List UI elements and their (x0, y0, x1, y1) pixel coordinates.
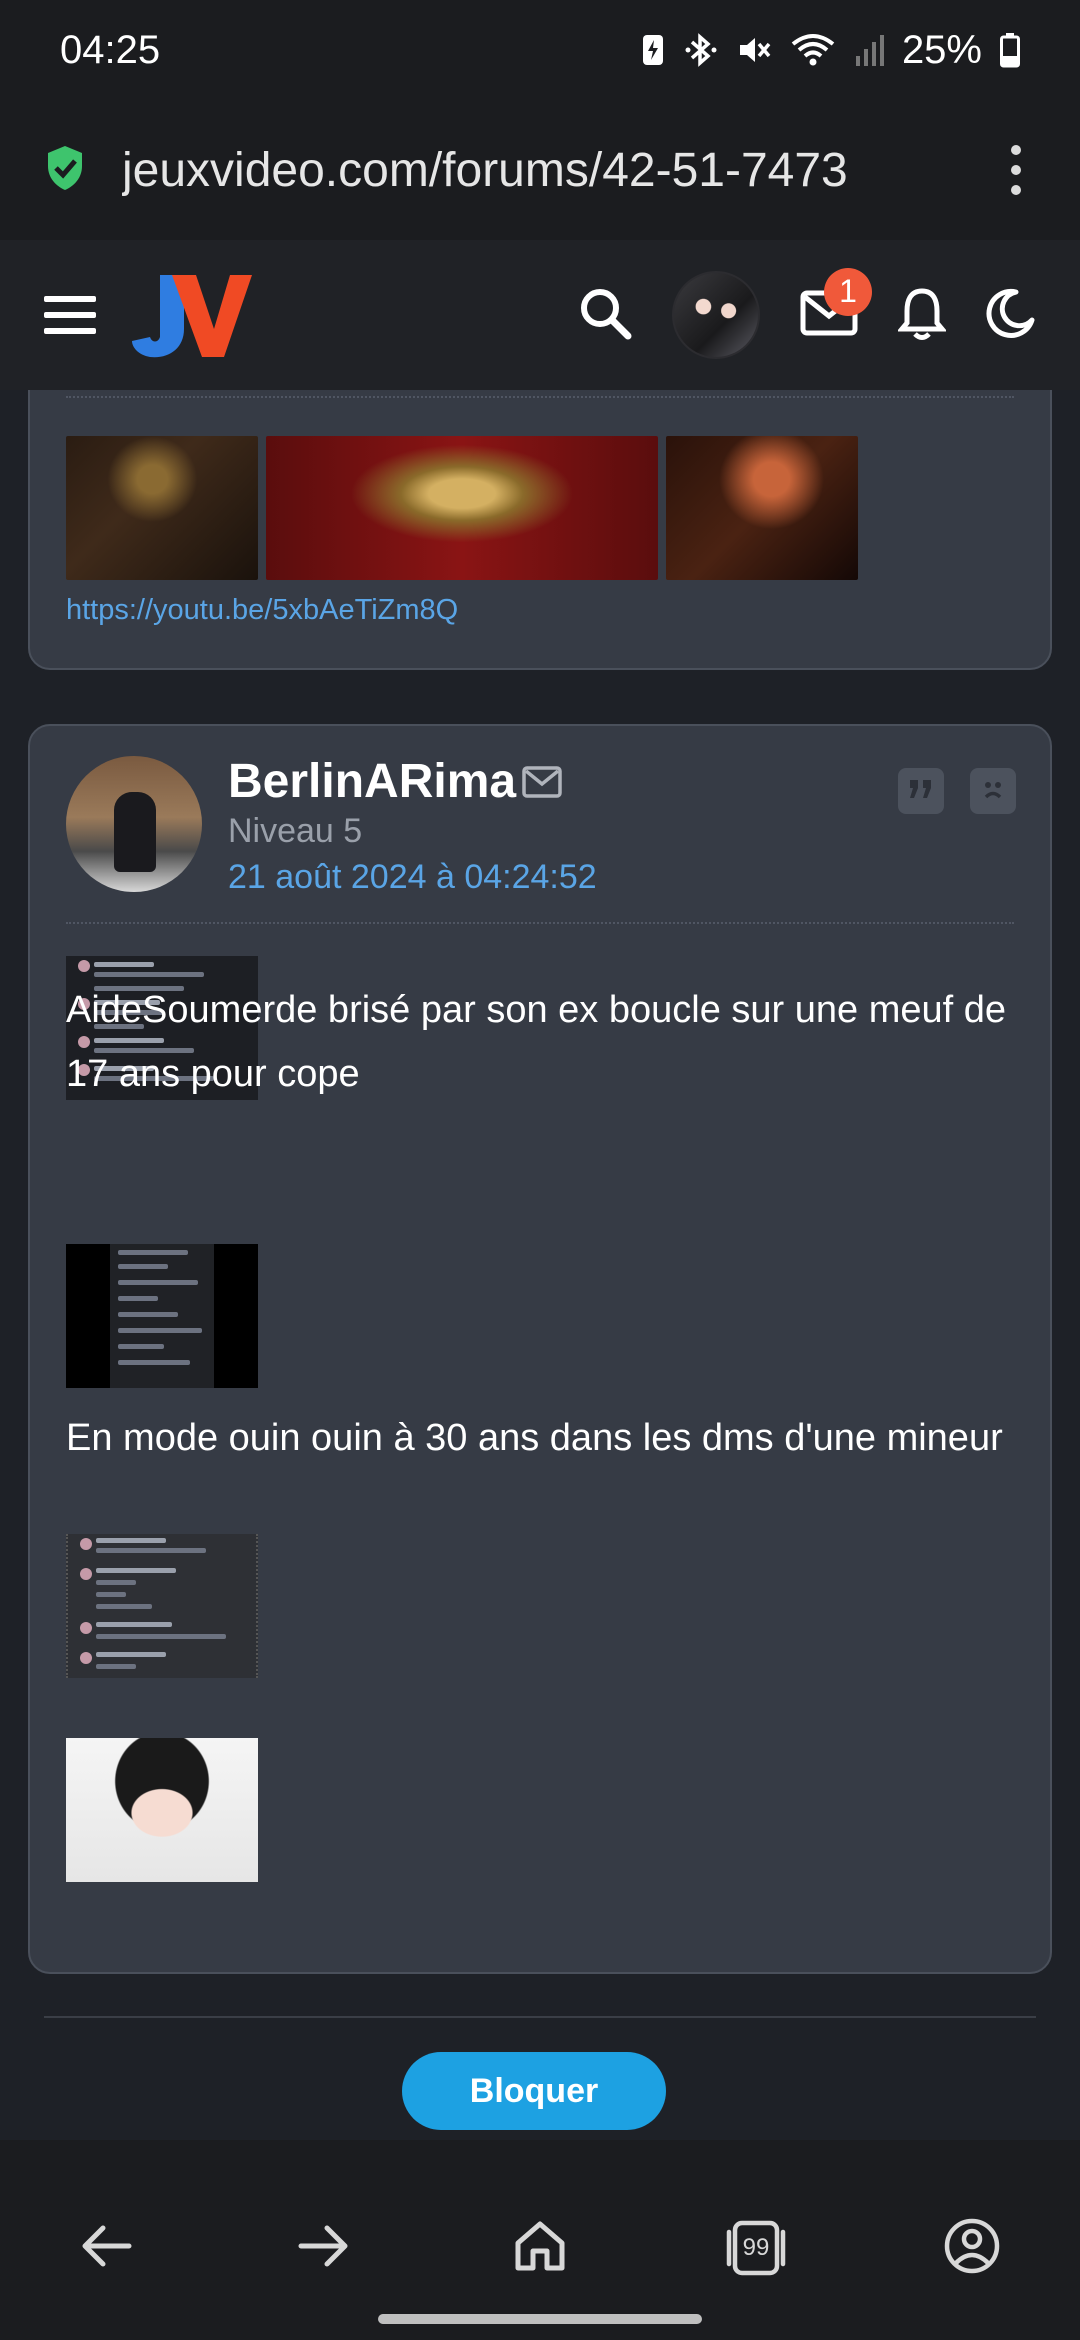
report-button[interactable] (970, 768, 1016, 814)
post-text: En mode ouin ouin à 30 ans dans les dms … (66, 1417, 1003, 1459)
bell-icon[interactable] (896, 285, 948, 346)
quote-button[interactable] (898, 768, 944, 814)
home-icon (513, 2219, 567, 2278)
status-time: 04:25 (60, 27, 161, 72)
gesture-bar[interactable] (378, 2314, 702, 2324)
moon-icon[interactable] (986, 288, 1036, 343)
post-card: BerlinARima Niveau 5 21 août 2024 à 04:2… (28, 724, 1052, 1974)
block-button[interactable]: Bloquer (402, 2052, 666, 2130)
post-divider (66, 396, 1014, 398)
image-thumbnail[interactable] (66, 1244, 258, 1388)
tab-count: 99 (742, 2234, 770, 2261)
image-thumbnail[interactable] (66, 436, 258, 580)
post-text: AideSoumerde brisé par son ex boucle sur… (66, 989, 1006, 1095)
profile-button[interactable] (936, 2212, 1008, 2284)
author-level: Niveau 5 (228, 812, 363, 850)
site-logo[interactable] (132, 267, 252, 363)
previous-post-card: https://youtu.be/5xbAeTiZm8Q (28, 390, 1052, 670)
post-divider (66, 922, 1014, 924)
forward-button[interactable] (288, 2212, 360, 2284)
bluetooth-icon (684, 32, 718, 68)
youtube-link[interactable]: https://youtu.be/5xbAeTiZm8Q (66, 594, 458, 627)
author-avatar[interactable] (66, 756, 202, 892)
image-thumbnail[interactable] (666, 436, 858, 580)
section-divider (44, 2016, 1036, 2018)
search-icon[interactable] (578, 286, 632, 345)
browser-url-bar: jeuxvideo.com/forums/42-51-7473 (0, 100, 1080, 240)
author-name[interactable]: BerlinARima (228, 754, 516, 809)
battery-percent: 25% (901, 27, 982, 72)
tabs-button[interactable]: 99 (720, 2212, 792, 2284)
image-row (66, 436, 858, 580)
tabs-icon: 99 (721, 2218, 791, 2278)
back-button[interactable] (70, 2212, 142, 2284)
send-message-icon[interactable] (522, 766, 562, 803)
home-button[interactable] (504, 2212, 576, 2284)
forum-content: https://youtu.be/5xbAeTiZm8Q BerlinARima… (0, 390, 1080, 2140)
back-icon (79, 2224, 133, 2273)
user-avatar[interactable] (672, 271, 760, 359)
quote-icon (908, 778, 934, 805)
battery-saver-icon (640, 32, 666, 68)
status-bar: 04:25 25% (0, 0, 1080, 100)
image-thumbnail[interactable] (266, 436, 658, 580)
image-thumbnail[interactable] (66, 1534, 258, 1678)
post-date[interactable]: 21 août 2024 à 04:24:52 (228, 858, 597, 897)
sad-face-icon (979, 775, 1007, 808)
messages-button[interactable]: 1 (800, 267, 872, 341)
mail-icon (800, 290, 858, 340)
mute-icon (736, 32, 772, 68)
site-header: 1 (0, 240, 1080, 390)
profile-icon (943, 2217, 1001, 2280)
forward-icon (297, 2224, 351, 2273)
wifi-icon (790, 32, 836, 68)
battery-icon (1000, 32, 1020, 68)
notification-badge: 1 (824, 267, 872, 316)
menu-icon[interactable] (44, 296, 96, 334)
signal-icon (854, 32, 884, 68)
browser-bottom-nav: 99 (0, 2140, 1080, 2340)
image-thumbnail[interactable] (66, 1738, 258, 1882)
status-icons: 25% (640, 28, 1020, 73)
browser-menu-icon[interactable] (996, 145, 1036, 195)
shield-check-icon[interactable] (44, 144, 86, 197)
url-field[interactable]: jeuxvideo.com/forums/42-51-7473 (122, 143, 976, 198)
